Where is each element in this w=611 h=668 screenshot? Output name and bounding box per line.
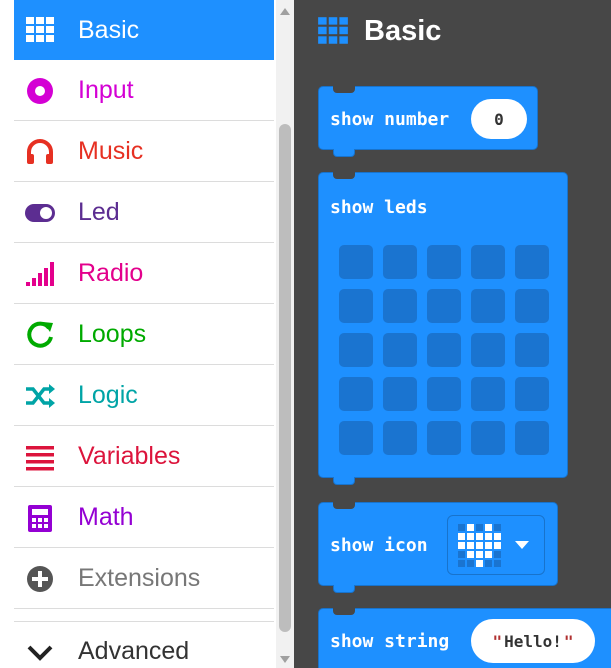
led-grid: [339, 245, 549, 455]
category-label: Loops: [78, 320, 147, 348]
block-notch: [333, 172, 355, 179]
block-notch: [333, 585, 355, 593]
category-logic[interactable]: Logic: [14, 366, 274, 426]
category-math[interactable]: Math: [14, 488, 274, 548]
list-lines-icon: [22, 439, 58, 475]
flyout-title: Basic: [316, 14, 441, 48]
toggle-icon: [22, 195, 58, 231]
led-cell[interactable]: [383, 289, 417, 323]
chevron-down-icon: [22, 634, 58, 668]
block-notch: [333, 149, 355, 157]
plus-circle-icon: [22, 561, 58, 597]
show-leds-block[interactable]: show leds: [318, 172, 568, 485]
category-advanced[interactable]: Advanced: [14, 621, 274, 668]
refresh-icon: [22, 317, 58, 353]
category-input[interactable]: Input: [14, 61, 274, 121]
category-led[interactable]: Led: [14, 183, 274, 243]
led-cell[interactable]: [515, 377, 549, 411]
dropdown-arrow-icon: [515, 541, 529, 549]
calculator-icon: [22, 500, 58, 536]
led-cell[interactable]: [383, 377, 417, 411]
block-notch: [333, 502, 355, 509]
block-notch: [333, 608, 355, 615]
led-cell[interactable]: [471, 245, 505, 279]
led-cell[interactable]: [515, 245, 549, 279]
category-label: Led: [78, 198, 120, 226]
led-cell[interactable]: [427, 289, 461, 323]
led-cell[interactable]: [339, 377, 373, 411]
string-value: Hello!: [504, 631, 562, 651]
led-cell[interactable]: [471, 377, 505, 411]
heart-icon: [458, 523, 501, 567]
grid-icon: [22, 12, 58, 48]
led-cell[interactable]: [471, 333, 505, 367]
scroll-down-arrow-icon[interactable]: [280, 656, 290, 663]
flyout-title-label: Basic: [364, 14, 442, 47]
category-label: Input: [78, 76, 134, 104]
led-cell[interactable]: [427, 421, 461, 455]
category-extensions[interactable]: Extensions: [14, 549, 274, 609]
led-cell[interactable]: [515, 289, 549, 323]
category-label: Music: [78, 137, 144, 165]
block-notch: [333, 477, 355, 485]
led-cell[interactable]: [471, 289, 505, 323]
led-cell[interactable]: [515, 333, 549, 367]
block-label: show string: [330, 631, 450, 652]
show-number-block[interactable]: show number 0: [318, 86, 538, 157]
scrollbar-thumb[interactable]: [279, 124, 291, 632]
led-cell[interactable]: [471, 421, 505, 455]
led-cell[interactable]: [427, 245, 461, 279]
show-string-block[interactable]: show string " Hello! ": [318, 608, 611, 668]
category-label: Radio: [78, 259, 144, 287]
category-label: Advanced: [78, 637, 190, 665]
led-cell[interactable]: [427, 333, 461, 367]
icon-dropdown[interactable]: [447, 515, 545, 575]
category-label: Extensions: [78, 564, 201, 592]
category-label: Math: [78, 503, 134, 531]
category-variables[interactable]: Variables: [14, 427, 274, 487]
block-label: show icon: [330, 535, 428, 556]
led-cell[interactable]: [383, 245, 417, 279]
number-input[interactable]: 0: [471, 99, 527, 139]
headphones-icon: [22, 134, 58, 170]
led-cell[interactable]: [339, 333, 373, 367]
scroll-up-arrow-icon[interactable]: [280, 8, 290, 15]
quote-close: ": [563, 631, 574, 651]
category-radio[interactable]: Radio: [14, 244, 274, 304]
led-cell[interactable]: [339, 289, 373, 323]
grid-icon: [316, 14, 350, 48]
category-basic[interactable]: Basic: [14, 0, 274, 60]
category-label: Logic: [78, 381, 138, 409]
led-cell[interactable]: [427, 377, 461, 411]
category-music[interactable]: Music: [14, 122, 274, 182]
quote-open: ": [492, 631, 503, 651]
category-label: Basic: [78, 15, 140, 44]
led-cell[interactable]: [339, 421, 373, 455]
signal-bars-icon: [22, 256, 58, 292]
toolbox: Basic Input Music Led Radio Loops Logic …: [14, 0, 274, 668]
led-cell[interactable]: [383, 421, 417, 455]
led-cell[interactable]: [383, 333, 417, 367]
block-label: show number: [330, 109, 450, 130]
category-label: Variables: [78, 442, 181, 470]
circle-dot-icon: [22, 73, 58, 109]
block-flyout: Basic show number 0 show leds show icon: [294, 0, 611, 668]
show-icon-block[interactable]: show icon: [318, 502, 558, 593]
string-input[interactable]: " Hello! ": [471, 619, 595, 663]
block-notch: [333, 86, 355, 93]
category-loops[interactable]: Loops: [14, 305, 274, 365]
toolbox-scrollbar[interactable]: [276, 0, 294, 668]
led-cell[interactable]: [339, 245, 373, 279]
block-label: show leds: [330, 197, 428, 218]
led-cell[interactable]: [515, 421, 549, 455]
shuffle-icon: [22, 378, 58, 414]
